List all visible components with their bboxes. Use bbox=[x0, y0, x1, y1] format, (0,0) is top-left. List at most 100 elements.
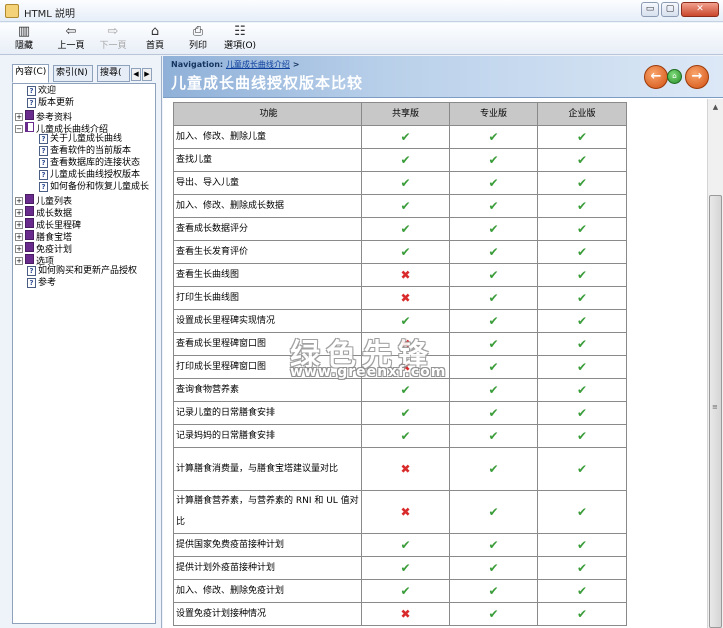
scroll-up-button[interactable]: ▲ bbox=[708, 99, 723, 115]
content-pane: Navigation: 儿童成长曲线介绍 > 儿童成长曲线授权版本比较 ← ⌂ … bbox=[163, 56, 723, 628]
tree-item[interactable]: ? 版本更新 bbox=[15, 98, 74, 109]
tree-item-label: 查看数据库的连接状态 bbox=[50, 158, 141, 168]
tree-item[interactable]: + 参考资料 bbox=[15, 110, 72, 123]
hide-icon: ▥ bbox=[17, 24, 31, 39]
tree-item[interactable]: + 儿童列表 bbox=[15, 194, 72, 207]
help-page-icon: ? bbox=[39, 182, 48, 192]
check-icon: ✔ bbox=[361, 240, 450, 264]
check-icon: ✔ bbox=[449, 240, 538, 264]
navigation-label: Navigation: bbox=[171, 60, 224, 69]
tree-item[interactable]: ? 欢迎 bbox=[15, 86, 56, 97]
check-icon: ✔ bbox=[537, 263, 627, 287]
feature-cell: 记录妈妈的日常膳食安排 bbox=[173, 424, 362, 448]
header-professional: 专业版 bbox=[449, 102, 538, 126]
tree-item[interactable]: ? 参考 bbox=[15, 278, 56, 289]
home-button[interactable]: ⌂ 首頁 bbox=[141, 24, 169, 54]
check-icon: ✔ bbox=[361, 378, 450, 402]
check-icon: ✔ bbox=[449, 447, 538, 491]
check-icon: ✔ bbox=[537, 309, 627, 333]
collapse-icon[interactable]: − bbox=[15, 125, 23, 133]
cross-icon: ✖ bbox=[361, 355, 450, 379]
closed-book-icon bbox=[25, 110, 34, 120]
tab-scroll-right-button[interactable]: ▶ bbox=[142, 68, 152, 81]
forward-arrow-icon: ⇨ bbox=[107, 24, 119, 39]
next-topic-icon[interactable]: → bbox=[685, 65, 709, 89]
check-icon: ✔ bbox=[449, 401, 538, 425]
navigation-breadcrumb: Navigation: 儿童成长曲线介绍 > bbox=[171, 59, 299, 70]
parent-topic-icon[interactable]: ⌂ bbox=[667, 69, 682, 84]
breadcrumb-separator: > bbox=[292, 60, 300, 69]
tree-item[interactable]: − 儿童成长曲线介绍 bbox=[15, 122, 108, 135]
check-icon: ✔ bbox=[361, 171, 450, 195]
expand-icon[interactable]: + bbox=[15, 245, 23, 253]
header-shareware: 共享版 bbox=[361, 102, 450, 126]
print-button[interactable]: ⎙ 列印 bbox=[184, 24, 212, 54]
tree-item[interactable]: ? 关于儿童成长曲线 bbox=[39, 134, 122, 145]
expand-icon[interactable]: + bbox=[15, 221, 23, 229]
tree-item[interactable]: ? 查看软件的当前版本 bbox=[39, 146, 131, 157]
table-row: 加入、修改、删除儿童 ✔ ✔ ✔ bbox=[173, 125, 627, 149]
check-icon: ✔ bbox=[449, 148, 538, 172]
topic-banner: Navigation: 儿童成长曲线介绍 > 儿童成长曲线授权版本比较 ← ⌂ … bbox=[163, 56, 723, 98]
tree-item[interactable]: ? 如何备份和恢复儿童成长 bbox=[39, 182, 149, 193]
check-icon: ✔ bbox=[537, 125, 627, 149]
help-page-icon: ? bbox=[27, 98, 36, 108]
feature-cell: 打印生长曲线图 bbox=[173, 286, 362, 310]
check-icon: ✔ bbox=[361, 556, 450, 580]
feature-cell: 加入、修改、删除成长数据 bbox=[173, 194, 362, 218]
help-page-icon: ? bbox=[39, 146, 48, 156]
tree-item[interactable]: + 选项 bbox=[15, 254, 54, 267]
table-row: 查找儿童 ✔ ✔ ✔ bbox=[173, 148, 627, 172]
check-icon: ✔ bbox=[537, 240, 627, 264]
table-row: 加入、修改、删除免疫计划 ✔ ✔ ✔ bbox=[173, 579, 627, 603]
closed-book-icon bbox=[25, 194, 34, 204]
previous-topic-icon[interactable]: ← bbox=[644, 65, 668, 89]
tree-item[interactable]: + 成长数据 bbox=[15, 206, 72, 219]
closed-book-icon bbox=[25, 242, 34, 252]
expand-icon[interactable]: + bbox=[15, 257, 23, 265]
tab-index[interactable]: 索引(N) bbox=[53, 65, 93, 82]
check-icon: ✔ bbox=[537, 286, 627, 310]
expand-icon[interactable]: + bbox=[15, 233, 23, 241]
breadcrumb-link[interactable]: 儿童成长曲线介绍 bbox=[226, 60, 290, 69]
back-button[interactable]: ⇦ 上一頁 bbox=[54, 24, 88, 54]
check-icon: ✔ bbox=[537, 556, 627, 580]
check-icon: ✔ bbox=[449, 533, 538, 557]
tab-contents[interactable]: 內容(C) bbox=[12, 64, 49, 83]
expand-icon[interactable]: + bbox=[15, 209, 23, 217]
cross-icon: ✖ bbox=[361, 447, 450, 491]
tab-scroll-left-button[interactable]: ◀ bbox=[131, 68, 141, 81]
options-button[interactable]: ☷ 選項(O) bbox=[222, 24, 258, 54]
closed-book-icon bbox=[25, 218, 34, 228]
table-row: 计算膳食消费量，与膳食宝塔建议量对比 ✖ ✔ ✔ bbox=[173, 447, 627, 491]
hide-button[interactable]: ▥ 隱藏 bbox=[10, 24, 38, 54]
maximize-button[interactable]: ▢ bbox=[661, 2, 679, 17]
table-row: 查看生长发育评价 ✔ ✔ ✔ bbox=[173, 240, 627, 264]
check-icon: ✔ bbox=[537, 148, 627, 172]
table-row: 提供国家免费疫苗接种计划 ✔ ✔ ✔ bbox=[173, 533, 627, 557]
tab-search[interactable]: 搜尋( bbox=[97, 65, 130, 82]
table-row: 打印生长曲线图 ✖ ✔ ✔ bbox=[173, 286, 627, 310]
header-feature: 功能 bbox=[173, 102, 362, 126]
tree-item[interactable]: + 膳食宝塔 bbox=[15, 230, 72, 243]
tree-item-label: 欢迎 bbox=[38, 86, 57, 96]
expand-icon[interactable]: + bbox=[15, 197, 23, 205]
tree-item[interactable]: ? 儿童成长曲线授权版本 bbox=[39, 170, 140, 181]
feature-cell: 查看生长曲线图 bbox=[173, 263, 362, 287]
help-page-icon: ? bbox=[27, 86, 36, 96]
minimize-button[interactable]: ▭ bbox=[641, 2, 659, 17]
feature-cell: 查看成长里程碑窗口图 bbox=[173, 332, 362, 356]
open-book-icon bbox=[25, 122, 34, 132]
tree-item[interactable]: ? 查看数据库的连接状态 bbox=[39, 158, 140, 169]
expand-icon[interactable]: + bbox=[15, 113, 23, 121]
check-icon: ✔ bbox=[537, 602, 627, 626]
close-button[interactable]: ✕ bbox=[681, 2, 719, 17]
vertical-scrollbar[interactable]: ▲ ≡ bbox=[707, 99, 723, 628]
forward-button[interactable]: ⇨ 下一頁 bbox=[96, 24, 130, 54]
printer-icon: ⎙ bbox=[192, 24, 204, 39]
table-row: 查看成长数据评分 ✔ ✔ ✔ bbox=[173, 217, 627, 241]
tree-item[interactable]: + 成长里程碑 bbox=[15, 218, 81, 231]
tree-item[interactable]: ? 如何购买和更新产品授权 bbox=[15, 266, 137, 277]
tree-item[interactable]: + 免疫计划 bbox=[15, 242, 72, 255]
scroll-thumb[interactable]: ≡ bbox=[709, 195, 722, 628]
